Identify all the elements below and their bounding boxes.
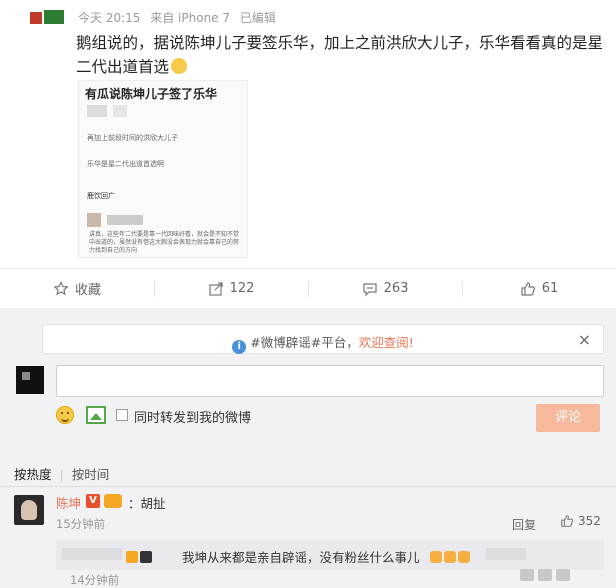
info-icon: i	[232, 340, 247, 354]
repost-checkbox[interactable]	[116, 409, 128, 421]
repost-icon	[208, 281, 223, 296]
member-badge-icon	[104, 494, 122, 508]
clap-icon	[444, 551, 456, 563]
image-avatar	[87, 213, 101, 227]
post-meta: 今天 20:15 来自 iPhone 7 已编辑	[78, 9, 282, 26]
panda-icon	[140, 551, 152, 563]
comment-like-button[interactable]: 352	[560, 514, 601, 528]
blurred-region	[62, 548, 122, 560]
verified-badge: V	[86, 494, 100, 508]
image-line: 乐华是星二代出道首选啊	[87, 160, 164, 168]
reply-text: 我坤从来都是亲自辟谣，没有粉丝什么事儿	[182, 550, 420, 565]
comment-icon	[362, 282, 377, 296]
blurred-region	[486, 548, 526, 560]
post-text: 鹅组说的，据说陈坤儿子要签乐华，加上之前洪欣大儿子，乐华看看真的是星二代出道首选	[76, 34, 604, 76]
sort-tabs: 按热度 | 按时间	[14, 467, 110, 482]
image-line: 再加上前段时间的洪欣大儿子	[87, 134, 178, 142]
image-icon[interactable]	[86, 406, 106, 424]
blurred-region	[113, 105, 127, 117]
image-tag: 鹿饮回广	[87, 192, 115, 200]
commenter-name[interactable]: 陈坤	[56, 493, 81, 512]
clap-emojis	[430, 548, 472, 567]
reply-button[interactable]: 回复	[512, 516, 536, 533]
thumb-up-icon	[521, 281, 535, 296]
comment-time: 15分钟前	[56, 517, 106, 531]
emoji-icon[interactable]	[56, 406, 74, 424]
submit-comment-button[interactable]: 评论	[536, 404, 600, 432]
star-icon	[53, 280, 69, 295]
sort-by-hot[interactable]: 按热度	[14, 467, 52, 482]
author-avatar[interactable]	[30, 8, 66, 24]
watermark	[520, 566, 604, 581]
reply-badges	[126, 548, 172, 563]
post-edited[interactable]: 已编辑	[240, 11, 276, 25]
repost-button[interactable]: 122	[154, 269, 308, 308]
thumb-up-icon	[561, 515, 574, 527]
clap-icon	[430, 551, 442, 563]
post-time[interactable]: 今天 20:15	[78, 11, 140, 25]
reply-time: 14分钟前	[70, 573, 120, 587]
post-source: 来自 iPhone 7	[150, 11, 231, 25]
blurred-region	[107, 215, 143, 225]
emoji-icon	[171, 58, 188, 74]
divider	[0, 486, 616, 487]
sort-by-time[interactable]: 按时间	[72, 467, 110, 482]
close-icon[interactable]: ×	[578, 330, 591, 349]
current-user-avatar	[16, 366, 44, 394]
repost-checkbox-label[interactable]: 同时转发到我的微博	[134, 407, 251, 426]
badge-icon	[126, 551, 138, 563]
comment-button[interactable]: 263	[308, 269, 462, 308]
post-image[interactable]: 有瓜说陈坤儿子签了乐华 再加上前段时间的洪欣大儿子 乐华是星二代出道首选啊 鹿饮…	[78, 80, 248, 258]
notice-link[interactable]: 欢迎查阅!	[359, 335, 414, 350]
commenter-avatar[interactable]	[14, 495, 44, 525]
clap-icon	[458, 551, 470, 563]
image-title: 有瓜说陈坤儿子签了乐华	[85, 87, 218, 101]
blurred-region	[87, 105, 107, 117]
rumor-notice-banner: i #微博辟谣#平台，欢迎查阅! ×	[42, 324, 604, 354]
notice-text[interactable]: i #微博辟谣#平台，欢迎查阅!	[43, 332, 603, 354]
image-small-text: 讲真，这些年二代要是靠一代回味好看，就会是不知不觉中出道的，虽然没有借这大腕没会…	[89, 231, 240, 254]
comment-text: ：胡扯	[128, 496, 166, 511]
action-bar: 收藏 122 263 61	[0, 268, 616, 308]
comment-input[interactable]	[56, 365, 604, 397]
like-button[interactable]: 61	[462, 269, 616, 308]
favorite-button[interactable]: 收藏	[0, 269, 154, 308]
